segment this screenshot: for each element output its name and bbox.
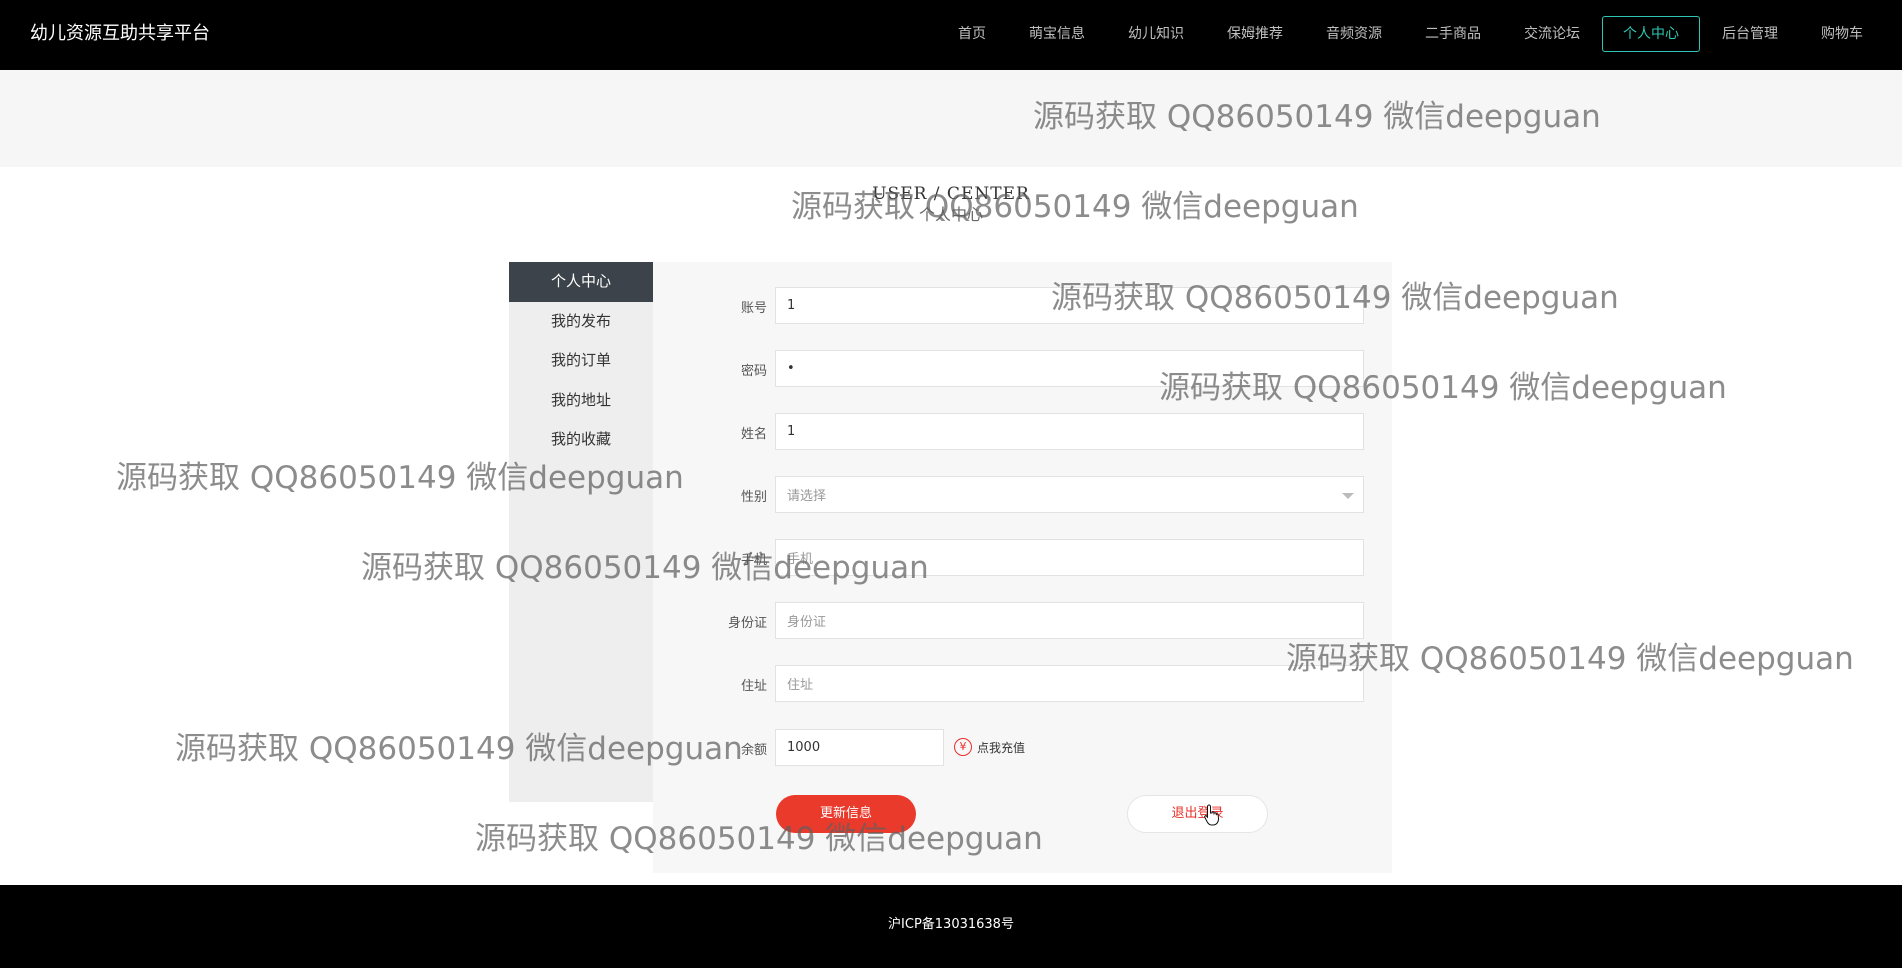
top-navbar: 幼儿资源互助共享平台 首页 萌宝信息 幼儿知识 保姆推荐 音频资源 二手商品 交… — [0, 0, 1902, 70]
logout-button[interactable]: 退出登录 — [1127, 795, 1268, 833]
sidebar-item-my-posts[interactable]: 我的发布 — [509, 302, 653, 342]
banner-strip — [0, 70, 1902, 167]
gender-select[interactable]: 请选择 — [775, 476, 1364, 513]
id-card-label: 身份证 — [727, 616, 767, 631]
nav-admin[interactable]: 后台管理 — [1701, 16, 1799, 52]
nav-baby-info[interactable]: 萌宝信息 — [1008, 16, 1106, 52]
icp-record: 沪ICP备13031638号 — [888, 917, 1014, 932]
name-label: 姓名 — [740, 427, 767, 442]
nav-forum[interactable]: 交流论坛 — [1503, 16, 1601, 52]
id-card-field[interactable]: 身份证 — [775, 602, 1364, 639]
recharge-label: 点我充值 — [977, 740, 1026, 755]
balance-field[interactable]: 1000 — [775, 729, 944, 766]
account-label: 账号 — [740, 301, 767, 316]
nav-user-center[interactable]: 个人中心 — [1602, 15, 1700, 52]
sidebar-item-my-favorites[interactable]: 我的收藏 — [509, 420, 653, 460]
gender-label: 性别 — [740, 490, 767, 505]
hand-cursor-icon — [1204, 804, 1220, 826]
password-field[interactable]: • — [775, 350, 1364, 387]
password-label: 密码 — [740, 364, 767, 379]
page-footer: 沪ICP备13031638号 — [0, 885, 1902, 968]
section-title-cn: 个人中心 — [918, 205, 983, 224]
recharge-link[interactable]: ¥ 点我充值 — [954, 738, 1025, 756]
account-field[interactable]: 1 — [775, 287, 1364, 324]
name-field[interactable]: 1 — [775, 413, 1364, 450]
balance-label: 余额 — [740, 743, 767, 758]
profile-form: 账号 1 密码 • 姓名 1 性别 请选择 手机 手机 身份证 身份证 住址 住… — [653, 262, 1392, 873]
nav-cart[interactable]: 购物车 — [1800, 16, 1884, 52]
user-sidebar: 个人中心 我的发布 我的订单 我的地址 我的收藏 — [509, 262, 653, 802]
main-nav: 首页 萌宝信息 幼儿知识 保姆推荐 音频资源 二手商品 交流论坛 个人中心 后台… — [936, 0, 1884, 67]
phone-field[interactable]: 手机 — [775, 539, 1364, 576]
nav-nanny-recommend[interactable]: 保姆推荐 — [1206, 16, 1304, 52]
nav-child-knowledge[interactable]: 幼儿知识 — [1107, 16, 1205, 52]
site-brand[interactable]: 幼儿资源互助共享平台 — [30, 0, 210, 67]
nav-home[interactable]: 首页 — [937, 16, 1007, 52]
section-title: USER / CENTER 个人中心 — [0, 184, 1902, 225]
address-field[interactable]: 住址 — [775, 665, 1364, 702]
address-label: 住址 — [740, 679, 767, 694]
sidebar-item-user-center[interactable]: 个人中心 — [509, 262, 653, 302]
yen-icon: ¥ — [954, 738, 972, 756]
sidebar-item-my-address[interactable]: 我的地址 — [509, 381, 653, 421]
sidebar-item-my-orders[interactable]: 我的订单 — [509, 341, 653, 381]
nav-second-hand[interactable]: 二手商品 — [1404, 16, 1502, 52]
chevron-down-icon — [1342, 493, 1354, 499]
phone-label: 手机 — [740, 553, 767, 568]
gender-select-placeholder: 请选择 — [787, 489, 827, 504]
update-info-button[interactable]: 更新信息 — [776, 795, 916, 833]
nav-audio-resources[interactable]: 音频资源 — [1305, 16, 1403, 52]
